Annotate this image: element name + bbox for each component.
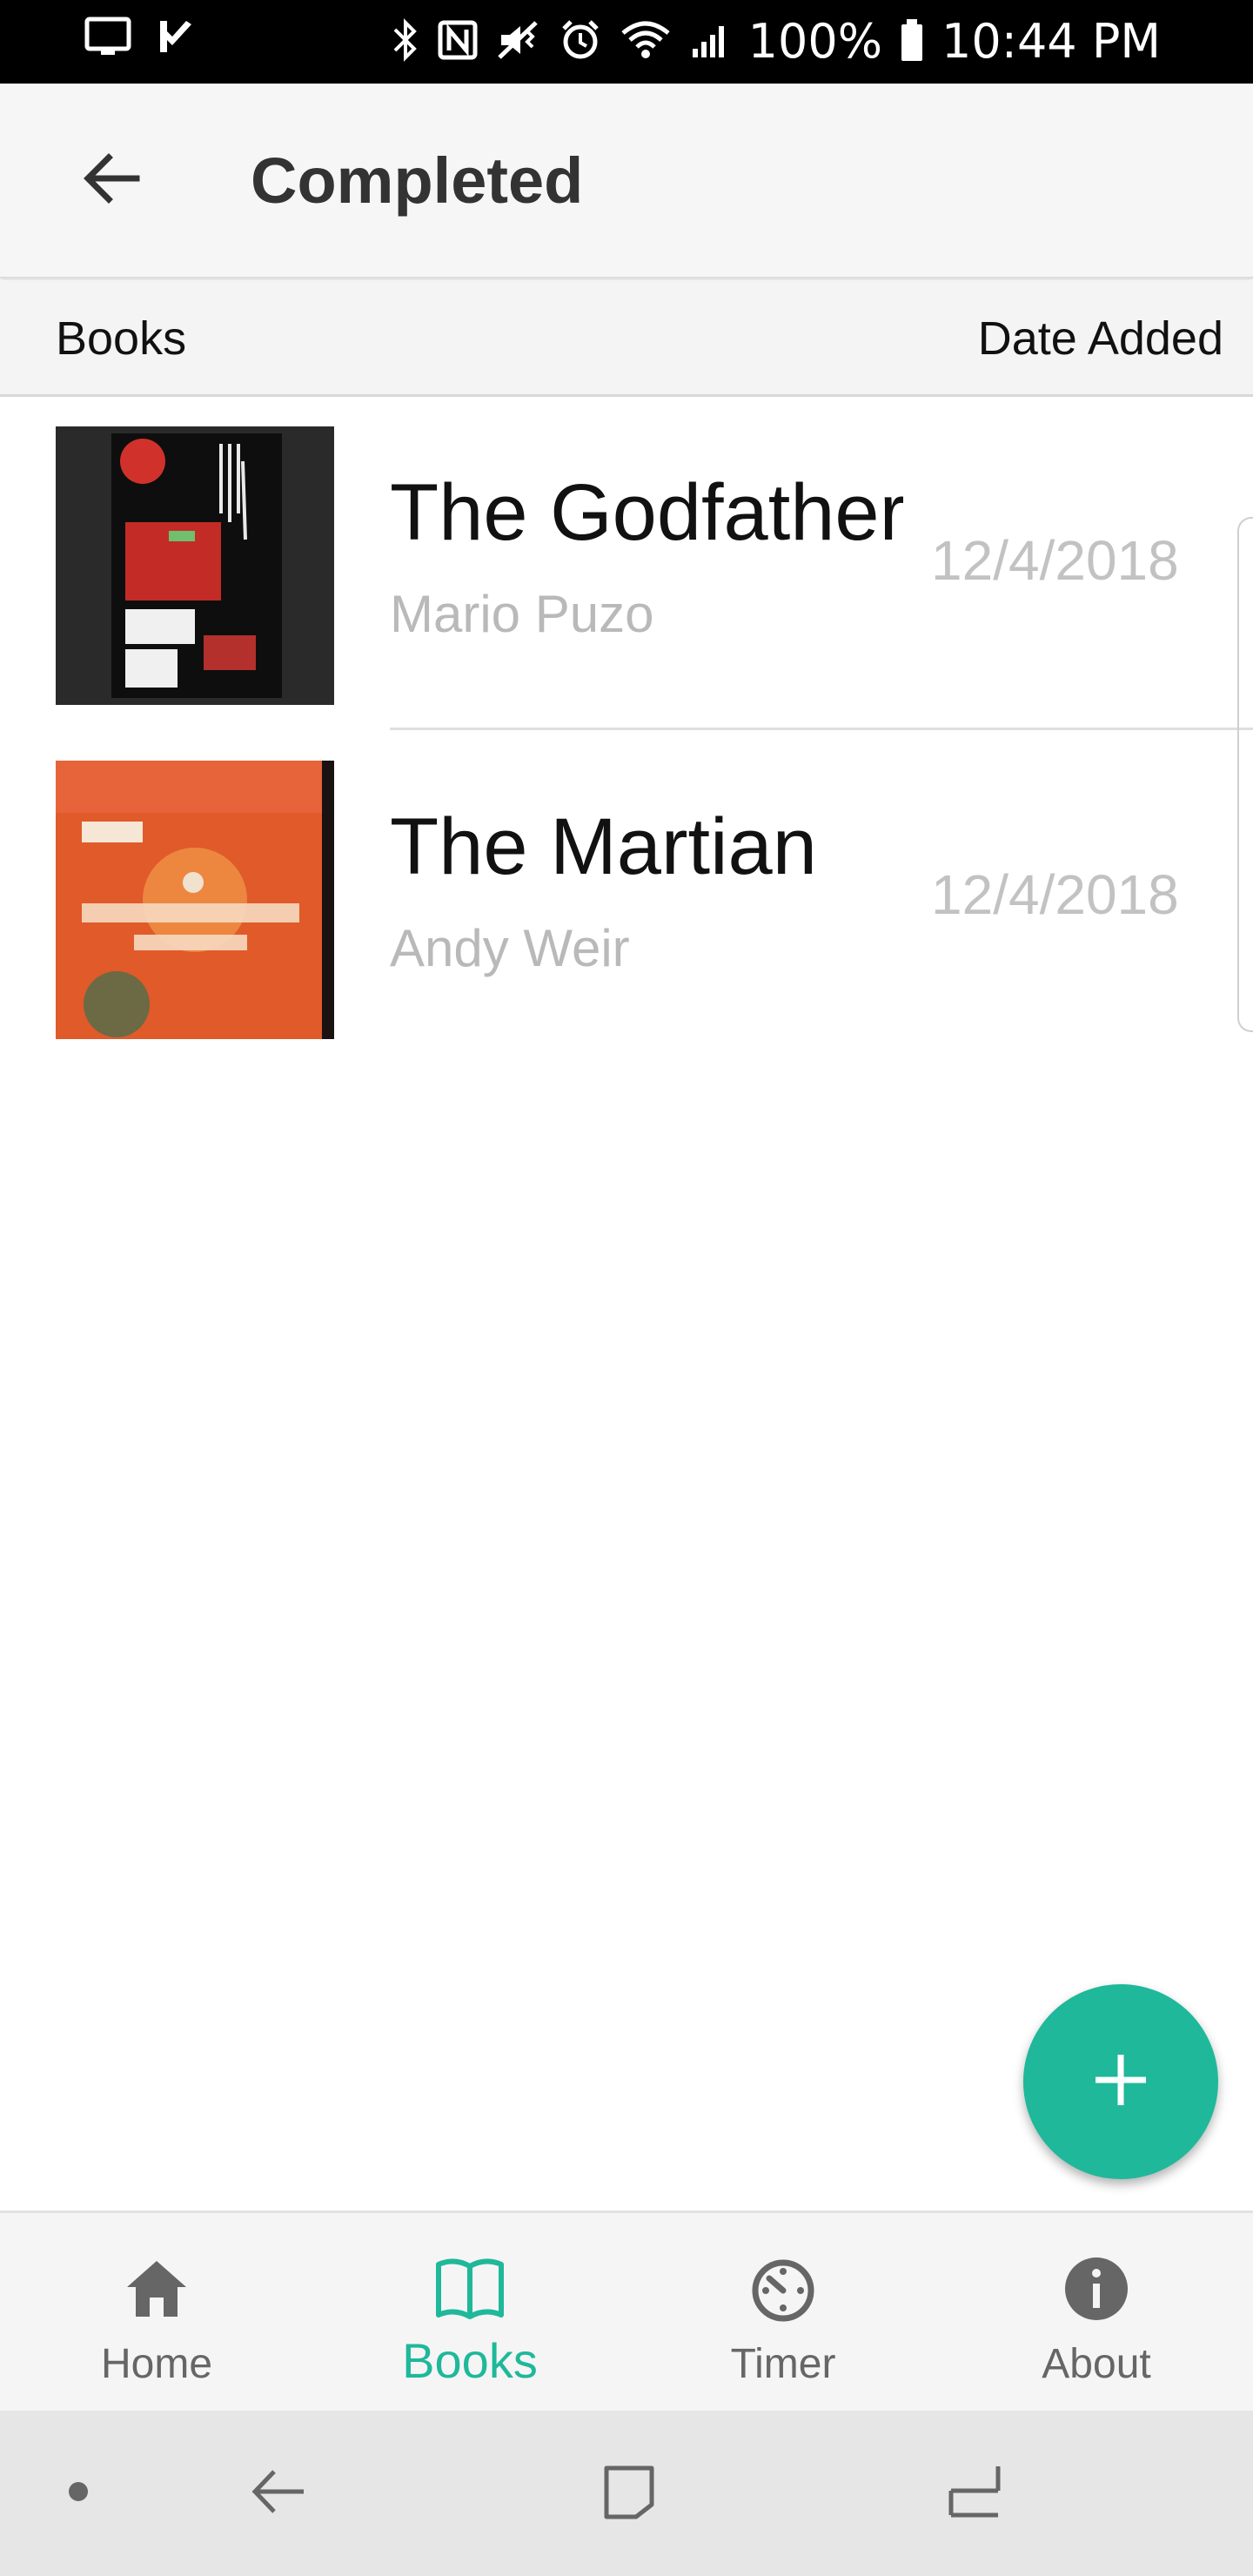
bottom-navigation: Home Books Timer About: [0, 2210, 1253, 2411]
book-date: 12/4/2018: [931, 529, 1179, 592]
row-divider: [390, 728, 1253, 730]
dot-icon: [67, 2480, 90, 2507]
mute-vibrate-icon: [496, 19, 541, 65]
battery-percent: 100%: [747, 14, 883, 69]
system-home-button[interactable]: [931, 2454, 1018, 2532]
back-button[interactable]: [56, 124, 169, 237]
nav-item-home[interactable]: Home: [0, 2213, 313, 2413]
book-title: The Martian: [390, 802, 817, 891]
arrow-left-icon: [79, 145, 145, 216]
status-bar: 100% 10:44 PM: [0, 0, 1253, 84]
timer-icon: [744, 2250, 822, 2328]
nfc-icon: [437, 19, 479, 65]
home-gesture-icon: [944, 2461, 1005, 2526]
info-icon: [1057, 2250, 1136, 2328]
book-cover: [56, 761, 334, 1039]
battery-icon: [900, 17, 924, 67]
system-recents-button[interactable]: [583, 2454, 670, 2532]
book-author: Mario Puzo: [390, 585, 654, 643]
scroll-indicator[interactable]: [1237, 517, 1253, 1032]
list-item[interactable]: The Martian Andy Weir 12/4/2018: [0, 733, 1253, 1067]
alarm-icon: [559, 18, 602, 66]
column-header: Books Date Added: [0, 280, 1253, 397]
bluetooth-icon: [392, 17, 419, 67]
checkmark-flag-icon: [155, 16, 197, 62]
add-book-button[interactable]: [1023, 1984, 1218, 2179]
nav-label-about: About: [1042, 2341, 1151, 2387]
back-icon: [248, 2461, 309, 2526]
nav-label-home: Home: [100, 2341, 213, 2387]
screen-cast-icon: [84, 16, 132, 62]
nav-label-books: Books: [402, 2333, 538, 2388]
book-title: The Godfather: [390, 468, 903, 557]
app-bar: Completed: [0, 84, 1253, 278]
book-cover: [56, 426, 334, 705]
nav-item-timer[interactable]: Timer: [626, 2213, 940, 2413]
system-navigation-bar: [0, 2411, 1253, 2576]
system-dot-button[interactable]: [52, 2454, 104, 2532]
list-item[interactable]: The Godfather Mario Puzo 12/4/2018: [0, 399, 1253, 733]
nav-item-about[interactable]: About: [940, 2213, 1253, 2413]
system-back-button[interactable]: [235, 2454, 322, 2532]
status-left-icons: [84, 16, 197, 62]
column-date-added[interactable]: Date Added: [978, 310, 1223, 367]
recents-icon: [596, 2461, 657, 2526]
page-title: Completed: [251, 144, 584, 217]
clock: 10:44 PM: [941, 14, 1161, 69]
book-open-icon: [431, 2250, 509, 2328]
status-right-icons: 100% 10:44 PM: [392, 9, 1161, 75]
signal-icon: [689, 19, 731, 65]
home-icon: [117, 2250, 196, 2328]
book-date: 12/4/2018: [931, 863, 1179, 926]
plus-icon: [1090, 2049, 1151, 2115]
nav-item-books[interactable]: Books: [313, 2213, 626, 2413]
book-author: Andy Weir: [390, 919, 630, 977]
column-books[interactable]: Books: [56, 310, 186, 367]
nav-label-timer: Timer: [730, 2341, 836, 2387]
wifi-icon: [620, 19, 672, 65]
